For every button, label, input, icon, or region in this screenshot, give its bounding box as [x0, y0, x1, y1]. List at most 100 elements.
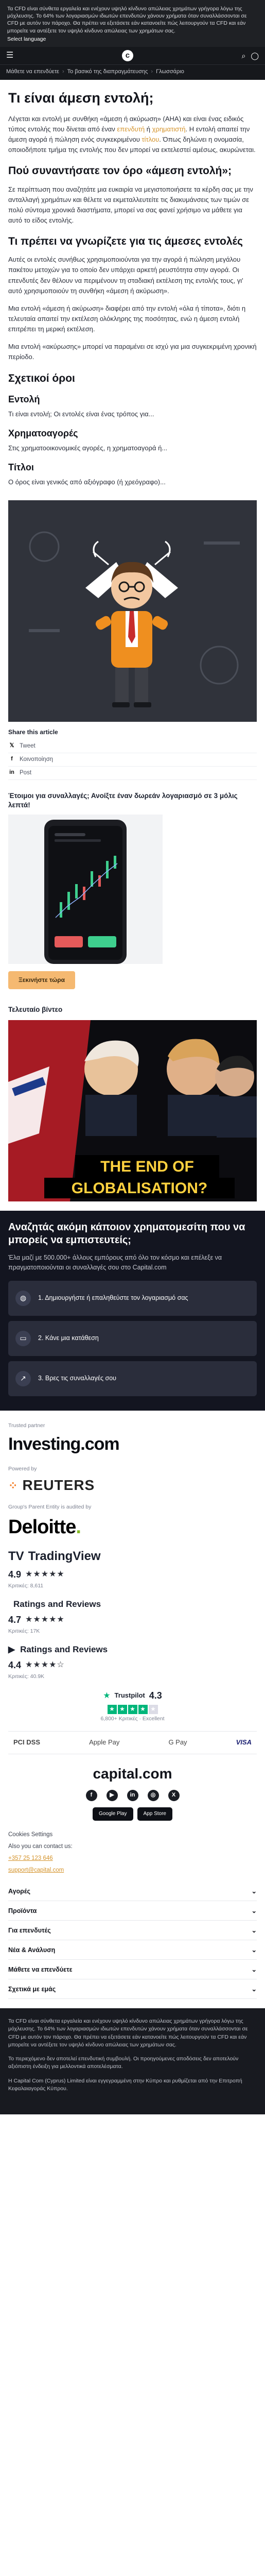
heading-know: Τι πρέπει να γνωρίζετε για τις άμεσες εν…: [8, 235, 243, 248]
start-now-button[interactable]: Ξεκινήστε τώρα: [8, 971, 75, 990]
page-title: Τι είναι άμεση εντολή;: [8, 90, 154, 106]
x-icon[interactable]: X: [168, 1789, 180, 1801]
promo-title: Έτοιμοι για συναλλαγές; Ανοίξτε έναν δωρ…: [8, 791, 238, 809]
breadcrumb-item-learn[interactable]: Μάθετε να επενδύετε: [6, 68, 59, 76]
step-deposit[interactable]: ▭ 2. Κάνε μια κατάθεση: [8, 1320, 257, 1356]
search-icon[interactable]: ⌕: [241, 50, 245, 61]
tradingview-icon: TV: [8, 1549, 24, 1564]
disclaimer-paragraph-2: Το περιεχόμενο δεν αποτελεί επενδυτική σ…: [8, 2056, 239, 2070]
businessman-illustration: [8, 500, 257, 722]
accordion-investors[interactable]: Για επενδυτές ⌄: [8, 1921, 257, 1941]
step-create-account[interactable]: ◍ 1. Δημιουργήστε ή επαληθεύστε τον λογα…: [8, 1280, 257, 1316]
accordion-learn-label: Μάθετε να επενδύετε: [8, 1965, 73, 1973]
chart-icon: ↗: [15, 1370, 31, 1386]
accordion-news-label: Νέα & Ανάλυση: [8, 1946, 56, 1954]
article: Τι είναι άμεση εντολή; Λέγεται και εντολ…: [0, 80, 265, 1201]
share-title: Share this article: [8, 728, 58, 736]
related-term-markets[interactable]: Χρηματοαγορές: [8, 427, 257, 440]
share-facebook-button[interactable]: f Κοινοποίηση: [8, 753, 257, 767]
trust-section: Trusted partner Investing.com Powered by…: [0, 1420, 265, 1755]
related-term-order[interactable]: Εντολή: [8, 393, 257, 406]
share-linkedin-button[interactable]: in Post: [8, 767, 257, 780]
tradingview-stars-icon: ★★★★★: [25, 1570, 65, 1579]
user-icon[interactable]: ◯: [251, 50, 259, 61]
linkedin-icon: in: [9, 769, 14, 776]
payment-methods: PCI DSS Apple Pay G Pay VISA: [8, 1731, 257, 1755]
intro-text-2: ή: [145, 125, 152, 133]
breadcrumb: Μάθετε να επενδύετε › Το βασικό της διαπ…: [0, 64, 265, 80]
accordion-learn[interactable]: Μάθετε να επενδύετε ⌄: [8, 1960, 257, 1980]
reuters-dots-icon: ⁘: [8, 1479, 19, 1492]
tradingview-text: TradingView: [28, 1549, 101, 1564]
trustpilot-rating-value: 4.3: [149, 1690, 162, 1701]
video-thumbnail-art: THE END OF GLOBALISATION?: [8, 1020, 257, 1201]
capital-logo[interactable]: c: [121, 49, 133, 61]
visa-icon: VISA: [236, 1738, 252, 1747]
apple-rating-value: 4.7: [8, 1614, 22, 1625]
google-reviews: Κριτικές: 40.9K: [8, 1673, 45, 1680]
chevron-right-icon: ›: [151, 69, 153, 75]
phone-illustration: [8, 815, 163, 964]
disclaimer-paragraph-3: Η Capital Com (Cyprus) Limited είναι εγγ…: [8, 2077, 242, 2092]
email-link[interactable]: support@capital.com: [8, 1865, 257, 1876]
signup-title: Αναζητάς ακόμη κάποιον χρηματομεσίτη που…: [8, 1222, 245, 1246]
footer-accordion: Αγορές ⌄ Προϊόντα ⌄ Για επενδυτές ⌄ Νέα & Α…: [8, 1882, 257, 1999]
google-rating-value: 4.4: [8, 1659, 22, 1670]
accordion-news[interactable]: Νέα & Ανάλυση ⌄: [8, 1940, 257, 1960]
chevron-down-icon: ⌄: [251, 1926, 257, 1934]
trustpilot-star-icon: ★: [103, 1691, 111, 1700]
chevron-right-icon: ›: [62, 69, 64, 75]
share-tweet-label: Tweet: [20, 743, 36, 750]
link-broker[interactable]: χρηματιστή: [152, 125, 186, 133]
related-term-markets-desc: Στις χρηματοοικονομικές αγορές, η χρηματ…: [8, 444, 168, 452]
paragraph-know-2: Μια εντολή «άμεση ή ακύρωση» διαφέρει απ…: [8, 304, 246, 333]
video-thumbnail[interactable]: THE END OF GLOBALISATION?: [8, 1020, 257, 1201]
deloitte-dot-icon: .: [76, 1516, 81, 1538]
related-term-securities[interactable]: Τίτλοι: [8, 461, 257, 474]
step-trade[interactable]: ↗ 3. Βρες τις συναλλαγές σου: [8, 1361, 257, 1396]
link-security[interactable]: τίτλου: [142, 135, 159, 143]
breadcrumb-item-glossary[interactable]: Γλωσσάριο: [156, 68, 184, 76]
youtube-icon[interactable]: ▶: [106, 1789, 118, 1801]
facebook-icon[interactable]: f: [85, 1789, 97, 1801]
accordion-products[interactable]: Προϊόντα ⌄: [8, 1901, 257, 1921]
google-rating: 4.4 ★★★★☆: [8, 1658, 257, 1672]
hero-illustration: [8, 500, 257, 722]
linkedin-icon[interactable]: in: [127, 1789, 138, 1801]
share-tweet-button[interactable]: 𝕏 Tweet: [8, 740, 257, 753]
accordion-markets[interactable]: Αγορές ⌄: [8, 1882, 257, 1902]
google-play-badge[interactable]: Google Play: [93, 1807, 133, 1821]
menu-icon[interactable]: ☰: [6, 49, 13, 61]
footer-logo[interactable]: capital.com: [8, 1764, 257, 1785]
breadcrumb-item-basics[interactable]: Το βασικό της διαπραγμάτευσης: [67, 68, 148, 76]
chevron-down-icon: ⌄: [251, 1985, 257, 1993]
share-linkedin-label: Post: [20, 770, 32, 776]
link-investor[interactable]: επενδυτή: [117, 125, 145, 133]
google-stars-icon: ★★★★☆: [25, 1660, 65, 1670]
contact-label: Also you can contact us:: [8, 1843, 73, 1850]
signup-text: Έλα μαζί με 500.000+ άλλους εμπόρους από…: [8, 1254, 222, 1271]
footer: capital.com f ▶ in ◎ X Google Play App S…: [0, 1764, 265, 1999]
intro-paragraph: Λέγεται και εντολή με συνθήκη «άμεση ή α…: [8, 114, 257, 156]
instagram-icon[interactable]: ◎: [147, 1789, 159, 1801]
reuters-text: REUTERS: [22, 1477, 95, 1494]
google-rating-header: ▶ Ratings and Reviews: [8, 1643, 257, 1656]
user-icon: ◍: [15, 1290, 31, 1306]
phone-link[interactable]: +357 25 123 646: [8, 1853, 257, 1865]
paragraph-where: Σε περίπτωση που αναζητάτε μια ευκαιρία …: [8, 185, 253, 224]
heading-related-terms: Σχετικοί όροι: [8, 372, 75, 384]
language-selector[interactable]: Select language: [7, 36, 258, 43]
accordion-about[interactable]: Σχετικά με εμάς ⌄: [8, 1979, 257, 1999]
chevron-down-icon: ⌄: [251, 1887, 257, 1895]
risk-warning-banner: Τα CFD είναι σύνθετα εργαλεία και ενέχου…: [0, 0, 265, 47]
related-term-securities-desc: Ο όρος είναι γενικός από αξιόγραφο (ή χρ…: [8, 478, 166, 486]
chevron-down-icon: ⌄: [251, 1946, 257, 1954]
app-badges: Google Play App Store: [8, 1807, 257, 1821]
apple-reviews: Κριτικές: 17K: [8, 1628, 40, 1634]
google-store-label: Ratings and Reviews: [20, 1645, 108, 1655]
trustpilot-reviews: 6,800+ Κριτικές · Excellent: [100, 1716, 165, 1722]
step-2-label: 2. Κάνε μια κατάθεση: [38, 1334, 99, 1342]
app-store-badge[interactable]: App Store: [137, 1807, 172, 1821]
step-3-label: 3. Βρες τις συναλλαγές σου: [38, 1375, 117, 1382]
cookies-settings-link[interactable]: Cookies Settings: [8, 1829, 257, 1841]
